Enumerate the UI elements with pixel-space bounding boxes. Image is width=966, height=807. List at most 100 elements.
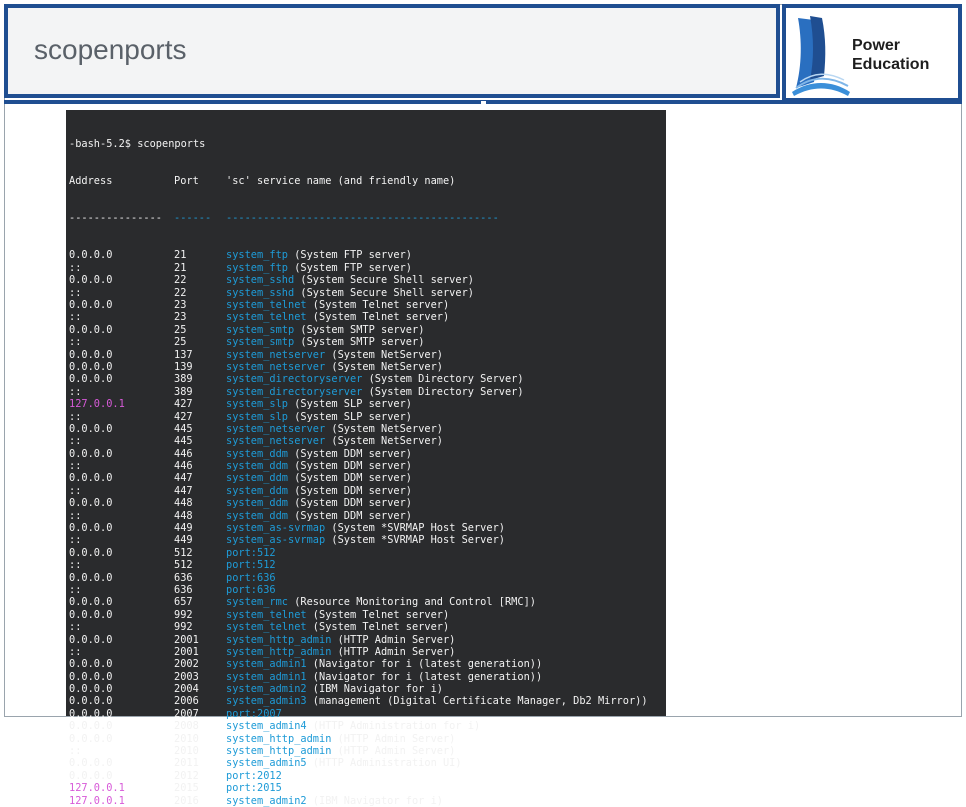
port-row: 0.0.0.0 636 port:636 <box>69 572 648 584</box>
row-address: 0.0.0.0 <box>69 360 113 373</box>
row-service-name: system_ddm <box>226 460 288 473</box>
port-row: 0.0.0.0 2001 system_http_admin (HTTP Admin… <box>69 634 648 646</box>
row-service-name: system_as-svrmap <box>226 522 326 535</box>
row-service-name: port:512 <box>226 546 276 559</box>
row-address: 0.0.0.0 <box>69 323 113 336</box>
row-friendly-name: (System *SVRMAP Host Server) <box>325 522 505 535</box>
row-service-name: system_netserver <box>226 360 326 373</box>
row-service-name: port:512 <box>226 559 276 572</box>
row-port: 427 <box>174 398 193 411</box>
row-port: 25 <box>174 336 187 349</box>
row-service-name: system_http_admin <box>226 732 332 745</box>
port-row: :: 449 system_as-svrmap (System *SVRMAP Ho… <box>69 534 648 546</box>
row-friendly-name: (HTTP Administration for i) <box>306 720 481 733</box>
row-friendly-name: (System Directory Server) <box>362 385 524 398</box>
row-port: 449 <box>174 534 193 547</box>
row-service-name: system_admin2 <box>226 683 307 696</box>
row-address: 0.0.0.0 <box>69 571 113 584</box>
port-row: :: 512 port:512 <box>69 559 648 571</box>
port-row: 0.0.0.0 2008 system_admin4 (HTTP Administr… <box>69 720 648 732</box>
port-row: 0.0.0.0 2012 port:2012 <box>69 770 648 782</box>
row-friendly-name: (System Directory Server) <box>362 373 524 386</box>
row-port: 636 <box>174 571 193 584</box>
port-row: 0.0.0.0 2002 system_admin1 (Navigator for … <box>69 658 648 670</box>
slide-title: scopenports <box>34 34 187 65</box>
row-address: :: <box>69 261 82 274</box>
row-port: 2008 <box>174 720 199 733</box>
port-row: :: 447 system_ddm (System DDM server) <box>69 485 648 497</box>
row-friendly-name: (System *SVRMAP Host Server) <box>325 534 505 547</box>
port-row: :: 23 system_telnet (System Telnet server) <box>69 311 648 323</box>
row-service-name: system_slp <box>226 410 288 423</box>
row-service-name: system_rmc <box>226 596 288 609</box>
row-address: 0.0.0.0 <box>69 422 113 435</box>
row-friendly-name: (Navigator for i (latest generation)) <box>306 658 543 671</box>
row-service-name: port:2007 <box>226 707 282 720</box>
row-address: 127.0.0.1 <box>69 782 125 795</box>
terminal-output: -bash-5.2$ scopenports Address Port 'sc' s… <box>69 113 648 807</box>
port-row: :: 2010 system_http_admin (HTTP Admin Serv… <box>69 745 648 757</box>
port-row: 0.0.0.0 25 system_smtp (System SMTP server… <box>69 324 648 336</box>
row-address: :: <box>69 336 82 349</box>
row-service-name: system_ddm <box>226 497 288 510</box>
row-address: 0.0.0.0 <box>69 546 113 559</box>
row-friendly-name: (IBM Navigator for i) <box>306 683 443 696</box>
row-port: 21 <box>174 249 187 262</box>
row-friendly-name: (System FTP server) <box>288 261 412 274</box>
port-row: :: 448 system_ddm (System DDM server) <box>69 510 648 522</box>
port-row: 0.0.0.0 389 system_directoryserver (System… <box>69 373 648 385</box>
row-address: :: <box>69 460 82 473</box>
port-row: 0.0.0.0 446 system_ddm (System DDM server) <box>69 448 648 460</box>
row-port: 2010 <box>174 732 199 745</box>
row-address: :: <box>69 509 82 522</box>
row-service-name: system_smtp <box>226 323 295 336</box>
row-friendly-name: (System FTP server) <box>288 249 412 262</box>
port-row: 0.0.0.0 23 system_telnet (System Telnet se… <box>69 299 648 311</box>
row-service-name: port:2012 <box>226 769 282 782</box>
row-address: 0.0.0.0 <box>69 670 113 683</box>
logo-line-education: Education <box>852 56 930 73</box>
row-service-name: system_slp <box>226 398 288 411</box>
row-friendly-name: (System Telnet server) <box>306 621 450 634</box>
row-port: 389 <box>174 385 193 398</box>
port-row: 0.0.0.0 449 system_as-svrmap (System *SVRM… <box>69 522 648 534</box>
row-friendly-name: (System SLP server) <box>288 410 412 423</box>
service-header: 'sc' service name (and friendly name) <box>226 175 456 188</box>
row-port: 448 <box>174 497 193 510</box>
row-service-name: system_ddm <box>226 472 288 485</box>
row-port: 2007 <box>174 707 199 720</box>
row-friendly-name: (Resource Monitoring and Control [RMC]) <box>288 596 536 609</box>
row-address: 0.0.0.0 <box>69 707 113 720</box>
row-port: 2003 <box>174 670 199 683</box>
address-separator: --------------- <box>69 212 162 225</box>
row-address: :: <box>69 311 82 324</box>
row-address: :: <box>69 645 82 658</box>
port-header: Port <box>174 175 199 188</box>
row-service-name: port:636 <box>226 583 276 596</box>
row-port: 446 <box>174 460 193 473</box>
row-service-name: port:2015 <box>226 782 282 795</box>
port-row: :: 992 system_telnet (System Telnet server… <box>69 621 648 633</box>
row-friendly-name: (management (Digital Certificate Manager… <box>306 695 648 708</box>
row-service-name: system_admin3 <box>226 695 307 708</box>
row-service-name: system_admin4 <box>226 720 307 733</box>
row-port: 2016 <box>174 794 199 807</box>
port-separator: ------ <box>174 212 212 225</box>
row-address: :: <box>69 559 82 572</box>
port-row: 0.0.0.0 2006 system_admin3 (management (Di… <box>69 695 648 707</box>
row-friendly-name: (System Telnet server) <box>306 608 450 621</box>
row-address: 0.0.0.0 <box>69 249 113 262</box>
row-service-name: system_ddm <box>226 509 288 522</box>
row-address: 0.0.0.0 <box>69 757 113 770</box>
row-address: 0.0.0.0 <box>69 732 113 745</box>
row-address: 127.0.0.1 <box>69 794 125 807</box>
row-port: 445 <box>174 422 193 435</box>
row-service-name: system_directoryserver <box>226 385 363 398</box>
row-service-name: system_telnet <box>226 298 307 311</box>
row-port: 139 <box>174 360 193 373</box>
row-port: 447 <box>174 484 193 497</box>
row-friendly-name: (System DDM server) <box>288 447 412 460</box>
row-port: 23 <box>174 311 187 324</box>
service-separator: ----------------------------------------… <box>226 212 499 225</box>
row-service-name: system_admin1 <box>226 658 307 671</box>
